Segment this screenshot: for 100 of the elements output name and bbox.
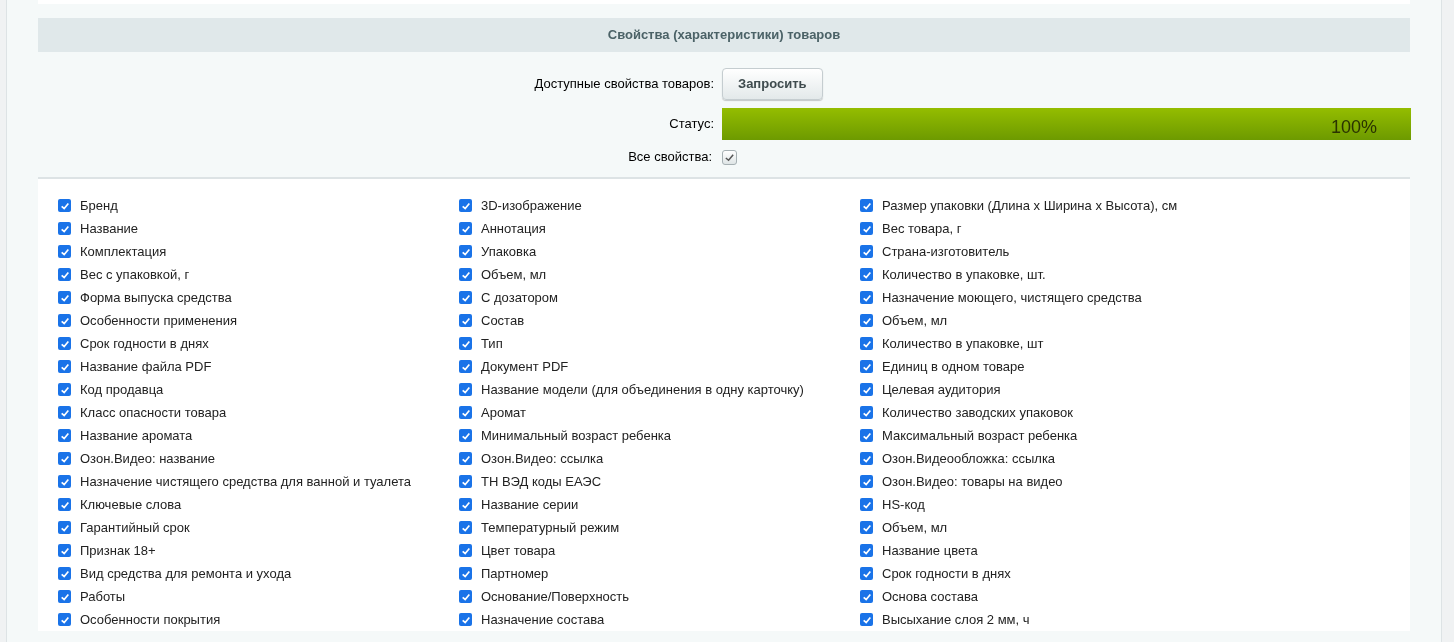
property-checkbox[interactable] xyxy=(860,314,873,327)
property-checkbox[interactable] xyxy=(860,245,873,258)
status-label: Статус: xyxy=(669,115,714,134)
property-label: Код продавца xyxy=(80,380,164,399)
property-checkbox[interactable] xyxy=(459,498,472,511)
property-checkbox[interactable] xyxy=(860,544,873,557)
property-checkbox[interactable] xyxy=(459,429,472,442)
property-checkbox[interactable] xyxy=(860,590,873,603)
property-label: Срок годности в днях xyxy=(80,334,209,353)
property-label: Особенности покрытия xyxy=(80,610,221,629)
property-checkbox[interactable] xyxy=(860,268,873,281)
property-checkbox[interactable] xyxy=(58,337,71,350)
property-label: Бренд xyxy=(80,196,118,215)
property-label: Количество в упаковке, шт. xyxy=(882,265,1046,284)
property-checkbox[interactable] xyxy=(860,613,873,626)
property-checkbox[interactable] xyxy=(58,406,71,419)
property-checkbox[interactable] xyxy=(860,429,873,442)
property-checkbox[interactable] xyxy=(459,245,472,258)
property-checkbox[interactable] xyxy=(459,199,472,212)
property-label: Озон.Видео: товары на видео xyxy=(882,472,1063,491)
property-checkbox[interactable] xyxy=(58,475,71,488)
property-checkbox[interactable] xyxy=(58,544,71,557)
property-label: HS-код xyxy=(882,495,925,514)
property-label: Работы xyxy=(80,587,126,606)
property-checkbox[interactable] xyxy=(459,360,472,373)
property-checkbox[interactable] xyxy=(860,383,873,396)
property-label: Объем, мл xyxy=(882,518,948,537)
property-label: Максимальный возраст ребенка xyxy=(882,426,1078,445)
property-checkbox[interactable] xyxy=(58,429,71,442)
property-checkbox[interactable] xyxy=(58,222,71,235)
property-label: Название аромата xyxy=(80,426,193,445)
property-label: Назначение моющего, чистящего средства xyxy=(882,288,1142,307)
property-checkbox[interactable] xyxy=(860,521,873,534)
property-label: Аромат xyxy=(481,403,526,422)
property-label: Вес товара, г xyxy=(882,219,962,238)
property-checkbox[interactable] xyxy=(58,521,71,534)
property-checkbox[interactable] xyxy=(459,291,472,304)
property-checkbox[interactable] xyxy=(459,383,472,396)
property-checkbox[interactable] xyxy=(58,199,71,212)
property-checkbox[interactable] xyxy=(58,613,71,626)
property-checkbox[interactable] xyxy=(58,590,71,603)
property-checkbox[interactable] xyxy=(58,498,71,511)
property-checkbox[interactable] xyxy=(459,452,472,465)
property-checkbox[interactable] xyxy=(58,268,71,281)
property-checkbox[interactable] xyxy=(58,383,71,396)
property-label: Целевая аудитория xyxy=(882,380,1001,399)
property-checkbox[interactable] xyxy=(459,406,472,419)
property-label: Основание/Поверхность xyxy=(481,587,630,606)
property-label: Документ PDF xyxy=(481,357,569,376)
property-label: Название модели (для объединения в одну карточку) xyxy=(481,380,804,399)
property-checkbox[interactable] xyxy=(860,475,873,488)
property-label: Название xyxy=(80,219,139,238)
property-checkbox[interactable] xyxy=(860,452,873,465)
property-label: Срок годности в днях xyxy=(882,564,1011,583)
property-label: Комплектация xyxy=(80,242,167,261)
property-checkbox[interactable] xyxy=(860,567,873,580)
property-label: Объем, мл xyxy=(882,311,948,330)
property-checkbox[interactable] xyxy=(459,222,472,235)
property-label: Класс опасности товара xyxy=(80,403,227,422)
property-checkbox[interactable] xyxy=(860,199,873,212)
property-label: Количество в упаковке, шт xyxy=(882,334,1044,353)
property-checkbox[interactable] xyxy=(58,291,71,304)
property-label: Вид средства для ремонта и ухода xyxy=(80,564,292,583)
property-label: Минимальный возраст ребенка xyxy=(481,426,671,445)
property-checkbox[interactable] xyxy=(860,291,873,304)
property-checkbox[interactable] xyxy=(58,567,71,580)
property-label: Назначение состава xyxy=(481,610,605,629)
property-checkbox[interactable] xyxy=(58,314,71,327)
property-checkbox[interactable] xyxy=(459,544,472,557)
property-checkbox[interactable] xyxy=(860,498,873,511)
request-button[interactable]: Запросить xyxy=(722,68,823,100)
property-checkbox[interactable] xyxy=(58,452,71,465)
property-checkbox[interactable] xyxy=(459,475,472,488)
property-label: Единиц в одном товаре xyxy=(882,357,1025,376)
property-label: Название файла PDF xyxy=(80,357,212,376)
property-label: Тип xyxy=(481,334,503,353)
property-checkbox[interactable] xyxy=(459,613,472,626)
progress-reading: 100% xyxy=(1330,116,1377,139)
property-checkbox[interactable] xyxy=(459,337,472,350)
property-checkbox[interactable] xyxy=(459,590,472,603)
property-checkbox[interactable] xyxy=(860,406,873,419)
property-checkbox[interactable] xyxy=(459,521,472,534)
property-checkbox[interactable] xyxy=(860,222,873,235)
check-icon xyxy=(724,151,735,163)
property-label: Форма выпуска средства xyxy=(80,288,232,307)
property-label: Основа состава xyxy=(882,587,979,606)
property-checkbox[interactable] xyxy=(459,314,472,327)
property-checkbox[interactable] xyxy=(860,337,873,350)
property-checkbox[interactable] xyxy=(58,360,71,373)
property-checkbox[interactable] xyxy=(459,567,472,580)
property-checkbox[interactable] xyxy=(459,268,472,281)
property-label: Озон.Видео: ссылка xyxy=(481,449,604,468)
property-checkbox[interactable] xyxy=(58,245,71,258)
available-properties-label: Доступные свойства товаров: xyxy=(534,75,714,94)
property-label: Состав xyxy=(481,311,525,330)
property-label: Особенности применения xyxy=(80,311,238,330)
property-label: Цвет товара xyxy=(481,541,556,560)
property-label: ТН ВЭД коды ЕАЭС xyxy=(481,472,602,491)
all-properties-checkbox[interactable] xyxy=(722,149,737,165)
property-checkbox[interactable] xyxy=(860,360,873,373)
